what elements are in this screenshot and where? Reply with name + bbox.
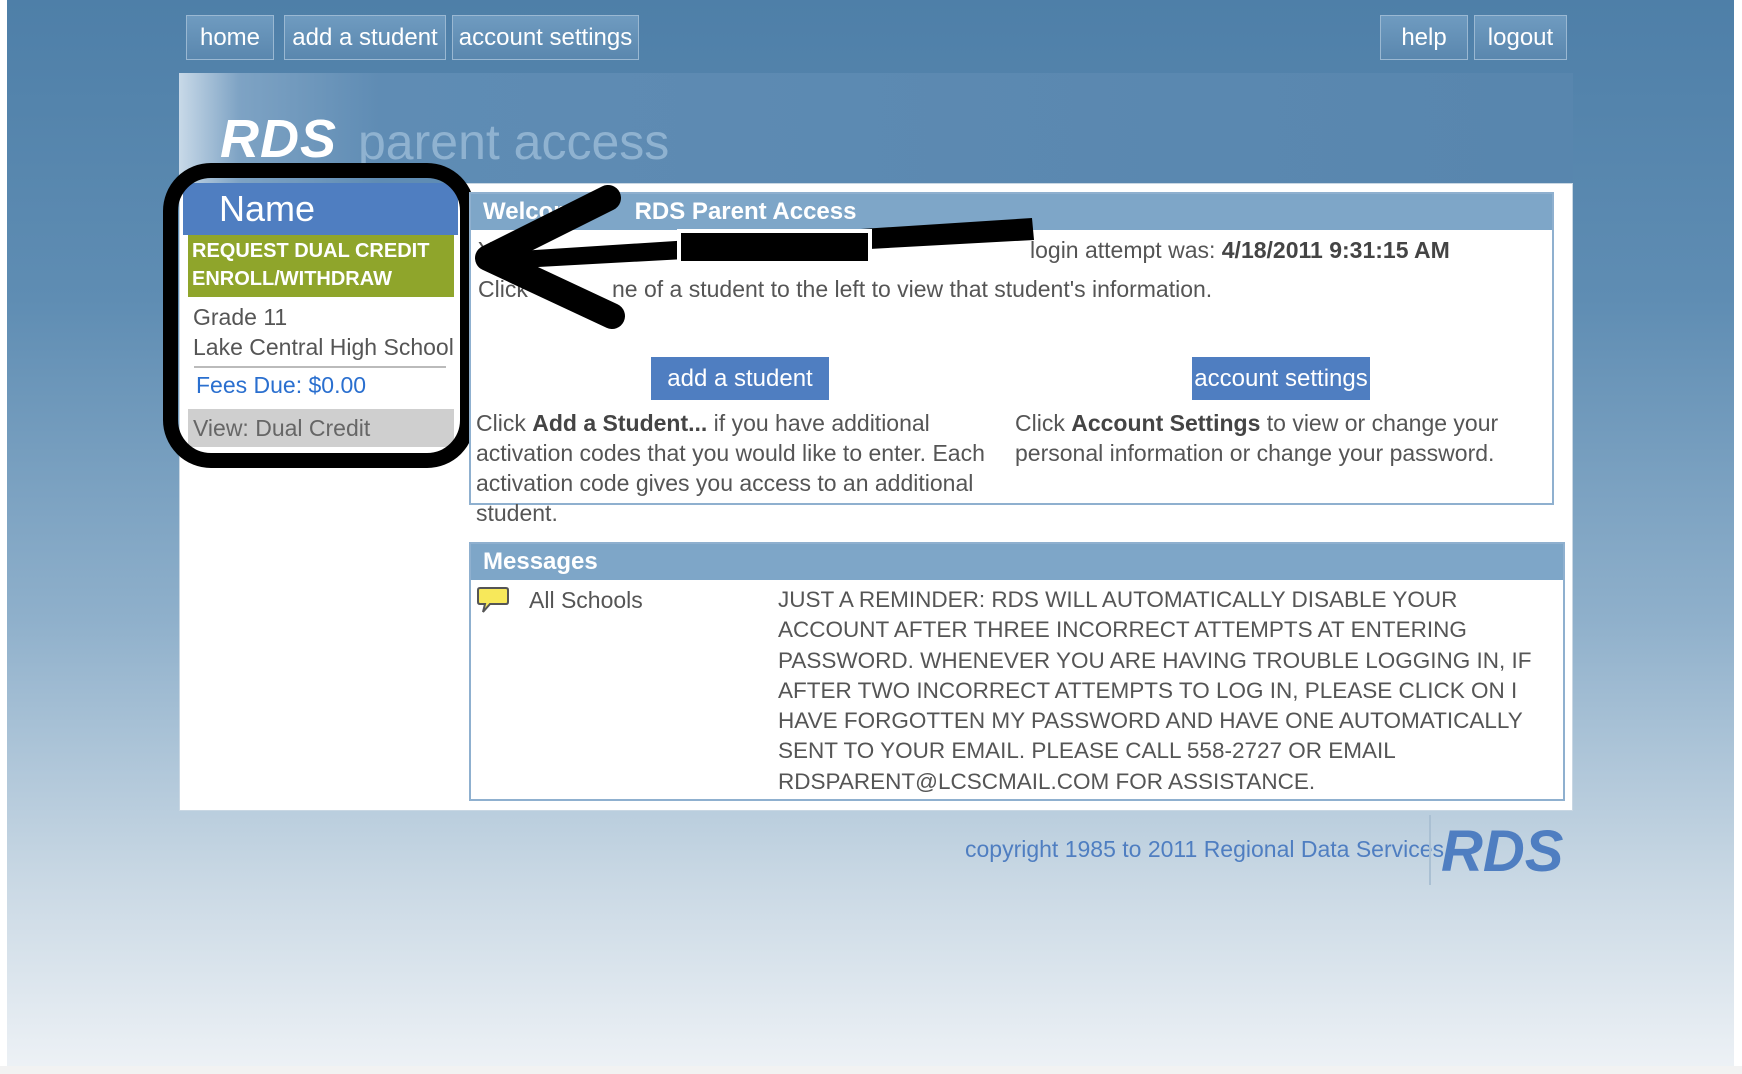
nav-account-settings-button[interactable]: account settings xyxy=(452,15,639,60)
divider xyxy=(194,366,446,368)
redaction-box xyxy=(677,229,872,265)
speech-bubble-icon xyxy=(477,587,509,613)
account-settings-button[interactable]: account settings xyxy=(1192,357,1370,400)
page: home add a student account settings help… xyxy=(0,0,1742,1074)
rds-logo: RDS xyxy=(220,109,338,169)
message-body: JUST A REMINDER: RDS WILL AUTOMATICALLY … xyxy=(778,587,1532,794)
page-title: parent access xyxy=(358,114,670,170)
nav-help-button[interactable]: help xyxy=(1380,15,1468,60)
view-dual-credit-link[interactable]: View: Dual Credit xyxy=(188,409,454,447)
last-login-label: login attempt was: xyxy=(1030,237,1216,263)
nav-logout-button[interactable]: logout xyxy=(1474,15,1567,60)
welcome-title-end: RDS Parent Access xyxy=(634,198,857,225)
last-login-value: 4/18/2011 9:31:15 AM xyxy=(1221,237,1450,263)
messages-title: Messages xyxy=(471,544,1563,580)
student-info: Grade 11 Lake Central High School xyxy=(188,297,454,367)
click-line-rest: ne of a student to the left to view that… xyxy=(612,276,1213,302)
footer-rds-logo: RDS xyxy=(1441,819,1564,884)
welcome-title-start: Welcom xyxy=(483,198,575,225)
student-school: Lake Central High School xyxy=(193,334,454,360)
settings-desc-bold: Account Settings xyxy=(1071,410,1261,436)
welcome-title: Welcom RDS Parent Access xyxy=(471,194,1552,230)
right-border xyxy=(1734,0,1742,1074)
left-border xyxy=(0,0,7,1074)
request-dual-credit-link[interactable]: REQUEST DUAL CREDIT ENROLL/WITHDRAW xyxy=(188,235,454,297)
student-name[interactable]: Name xyxy=(183,183,458,235)
login-line-start: You xyxy=(478,237,517,263)
last-login: login attempt was: 4/18/2011 9:31:15 AM xyxy=(1030,237,1450,264)
message-school: All Schools xyxy=(529,587,643,613)
copyright-text: copyright 1985 to 2011 Regional Data Ser… xyxy=(965,836,1445,862)
add-desc-bold: Add a Student... xyxy=(532,410,708,436)
add-desc-pre: Click xyxy=(476,410,533,436)
bottom-border xyxy=(0,1066,1742,1074)
account-settings-description: Click Account Settings to view or change… xyxy=(1015,408,1515,468)
add-student-description: Click Add a Student... if you have addit… xyxy=(476,408,996,528)
student-grade: Grade 11 xyxy=(193,304,288,330)
nav-home-button[interactable]: home xyxy=(186,15,274,60)
add-student-button[interactable]: add a student xyxy=(651,357,829,400)
request-line-2: ENROLL/WITHDRAW xyxy=(192,268,392,290)
settings-desc-pre: Click xyxy=(1015,410,1072,436)
fees-due-link[interactable]: Fees Due: $0.00 xyxy=(196,372,366,399)
request-line-1: REQUEST DUAL CREDIT xyxy=(192,240,430,262)
nav-add-student-button[interactable]: add a student xyxy=(284,15,446,60)
click-line-start: Click xyxy=(478,276,528,302)
footer-divider xyxy=(1429,815,1431,885)
